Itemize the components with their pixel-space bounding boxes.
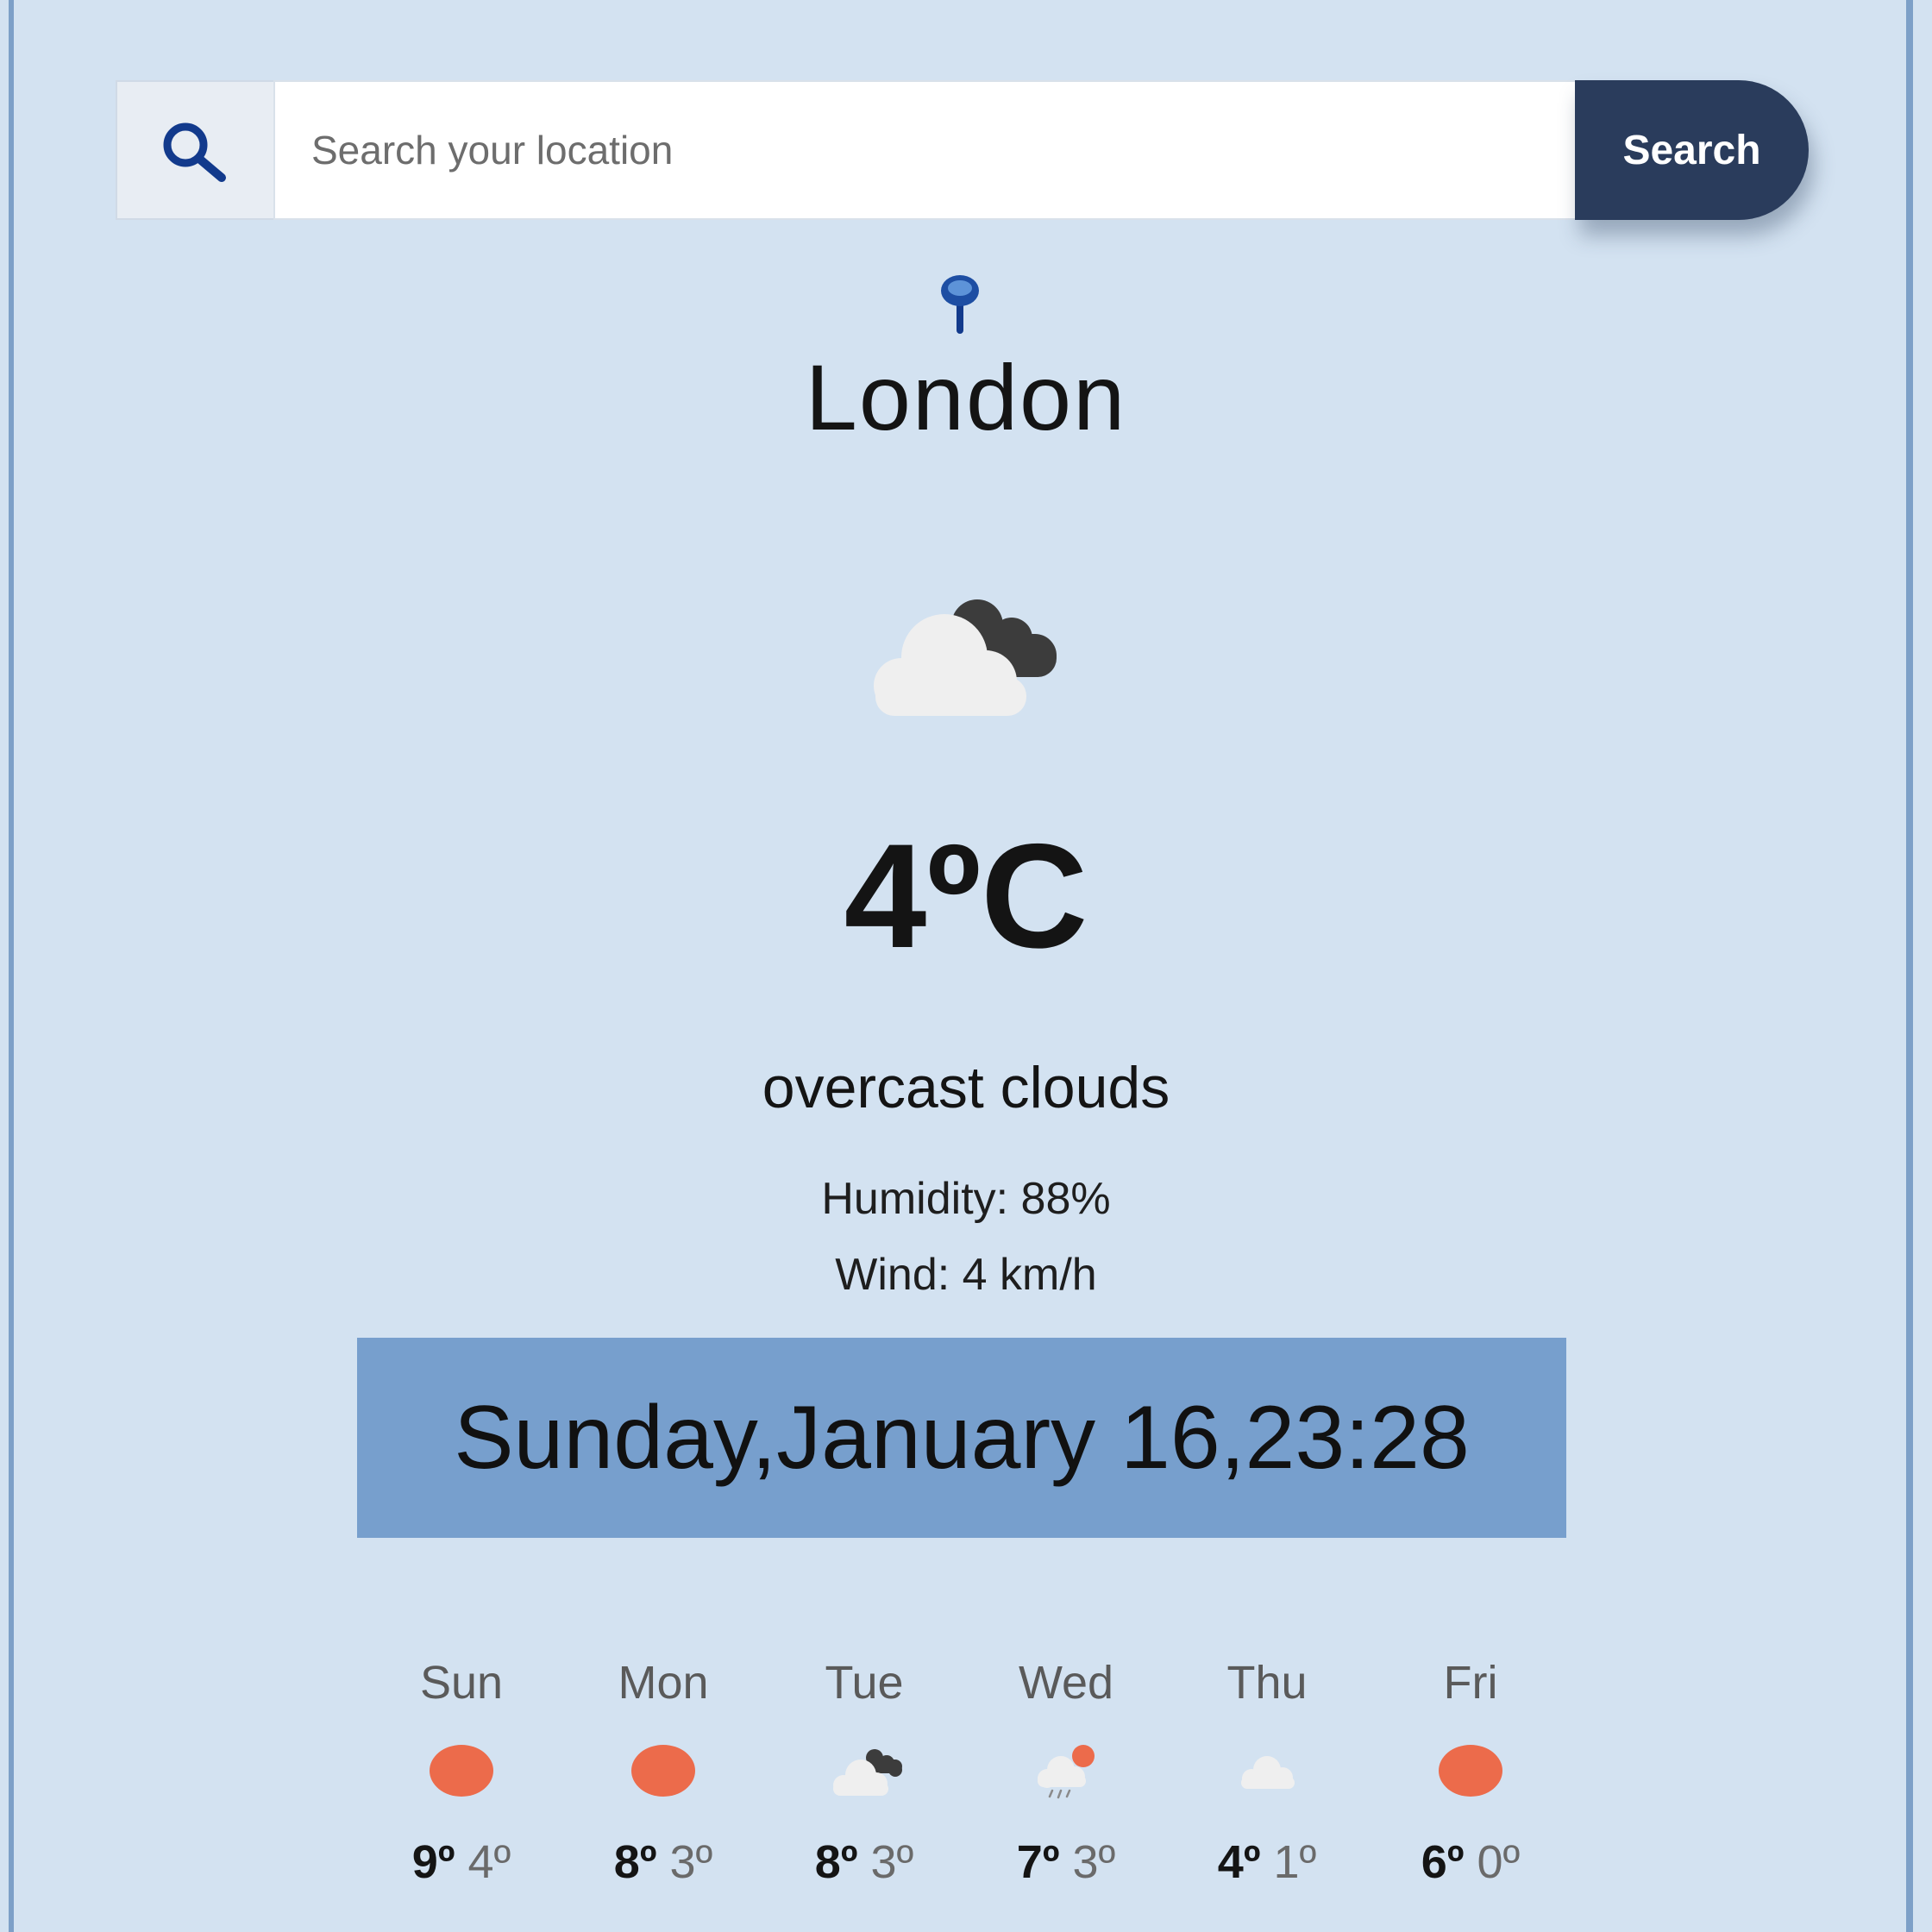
sun-icon [418, 1741, 505, 1801]
forecast-day-name: Fri [1443, 1657, 1498, 1709]
forecast-day-name: Sun [419, 1657, 504, 1709]
forecast-day-name: Tue [825, 1657, 904, 1709]
forecast-day: Fri 6º 0º [1384, 1647, 1557, 1906]
broken-clouds-icon [821, 1741, 907, 1801]
forecast-min-temp: 0º [1477, 1836, 1521, 1888]
search-button[interactable]: Search [1575, 80, 1809, 220]
forecast-day: Thu 4º 1º [1181, 1647, 1353, 1906]
forecast-day: Tue 8º 3º [778, 1647, 950, 1906]
forecast-day-name: Mon [618, 1657, 709, 1709]
weather-description: overcast clouds [762, 1055, 1170, 1120]
humidity-text: Humidity: 88% [821, 1174, 1111, 1224]
forecast-temps: 6º 0º [1384, 1835, 1557, 1889]
cloud-icon [1224, 1741, 1310, 1801]
forecast-max-temp: 8º [613, 1836, 657, 1888]
forecast-min-temp: 1º [1273, 1836, 1317, 1888]
forecast-day: Mon 8º 3º [577, 1647, 750, 1906]
forecast-max-temp: 6º [1421, 1836, 1465, 1888]
search-icon[interactable] [116, 80, 273, 220]
forecast-min-temp: 3º [669, 1836, 713, 1888]
forecast-max-temp: 9º [411, 1836, 455, 1888]
weather-app: Search London 4ºC overcast clouds [0, 0, 1932, 1932]
sun-icon [1427, 1741, 1514, 1801]
forecast-min-temp: 3º [1072, 1836, 1116, 1888]
search-input[interactable] [273, 80, 1578, 220]
forecast-temps: 8º 3º [778, 1835, 950, 1889]
forecast-max-temp: 7º [1016, 1836, 1060, 1888]
search-bar: Search [116, 80, 1809, 220]
wind-text: Wind: 4 km/h [835, 1250, 1097, 1300]
forecast-temps: 8º 3º [577, 1835, 750, 1889]
date-time-text: Sunday,January 16,23:28 [454, 1387, 1470, 1488]
sun-icon [620, 1741, 706, 1801]
forecast-max-temp: 8º [814, 1836, 858, 1888]
forecast-temps: 9º 4º [375, 1835, 548, 1889]
date-time-bar: Sunday,January 16,23:28 [357, 1338, 1566, 1538]
forecast-max-temp: 4º [1217, 1836, 1261, 1888]
forecast-day: Sun 9º 4º [375, 1647, 548, 1906]
forecast-temps: 7º 3º [980, 1835, 1152, 1889]
map-pin-icon [938, 272, 982, 336]
forecast-min-temp: 4º [467, 1836, 511, 1888]
forecast-row: Sun 9º 4º Mon 8º 3º Tue 8º 3º Wed 7º 3º … [361, 1647, 1585, 1906]
forecast-day-name: Thu [1226, 1657, 1308, 1709]
forecast-day: Wed 7º 3º [980, 1647, 1152, 1906]
city-name: London [805, 345, 1127, 449]
rain-sun-icon [1023, 1741, 1109, 1801]
forecast-min-temp: 3º [870, 1836, 914, 1888]
forecast-day-name: Wed [1018, 1657, 1114, 1709]
forecast-temps: 4º 1º [1181, 1835, 1353, 1889]
current-temperature: 4ºC [844, 813, 1088, 979]
broken-clouds-icon [850, 595, 1074, 716]
